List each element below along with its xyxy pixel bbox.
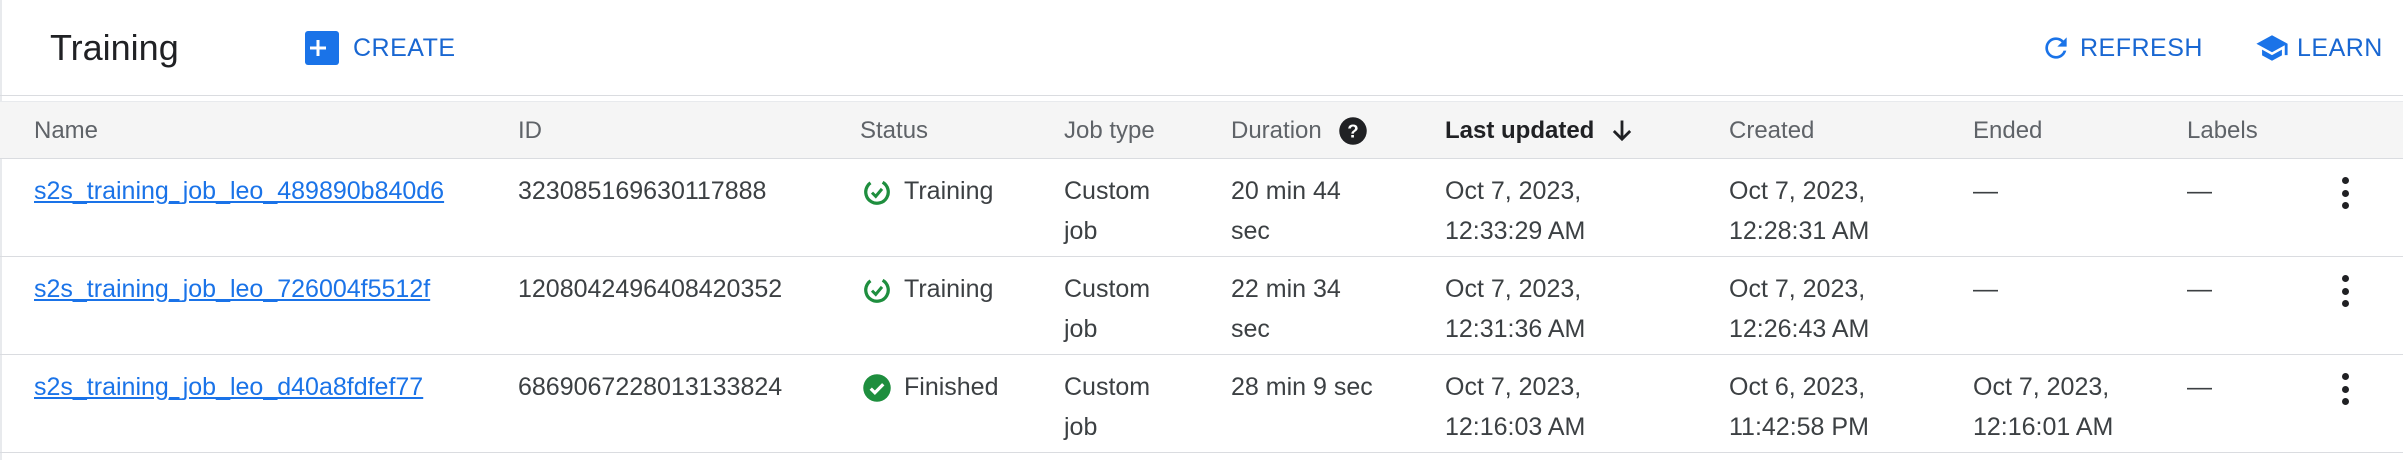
labels-cell: — [2187,177,2212,205]
more-vert-icon[interactable] [2330,369,2360,409]
job-name-link[interactable]: s2s_training_job_leo_726004f5512f [34,275,430,303]
duration-line: 22 min 34 [1231,275,1341,303]
id-cell: 323085169630117888 [518,177,767,205]
column-header-duration-label: Duration [1231,117,1322,144]
learn-button[interactable]: LEARN [2255,28,2383,68]
column-header-name[interactable]: Name [34,102,98,160]
last-updated-line: 12:33:29 AM [1445,217,1586,245]
duration-cell: 28 min 9 sec [1231,367,1373,407]
ended-cell: — [1973,171,1998,211]
table-header: Name ID Status Job type Duration ? Last … [0,101,2403,159]
column-header-last-updated[interactable]: Last updated [1445,102,1636,160]
created-cell: Oct 7, 2023, 12:28:31 AM [1729,171,1869,251]
ended-line: 12:16:01 AM [1973,413,2114,441]
job-type-cell: Custom job [1064,171,1150,251]
id-cell: 1208042496408420352 [518,275,783,303]
last-updated-line: 12:16:03 AM [1445,413,1586,441]
job-type-line: job [1064,217,1098,245]
training-progress-icon [864,179,890,205]
created-line: Oct 7, 2023, [1729,177,1866,205]
status-cell: Training [862,171,993,211]
school-icon [2256,35,2288,61]
duration-line: 28 min 9 sec [1231,373,1373,401]
created-line: Oct 6, 2023, [1729,373,1866,401]
created-line: 11:42:58 PM [1729,413,1869,441]
column-header-created[interactable]: Created [1729,102,1814,160]
job-type-cell: Custom job [1064,367,1150,447]
ended-line: Oct 7, 2023, [1973,373,2110,401]
refresh-label: REFRESH [2080,33,2203,62]
create-label: CREATE [353,33,456,62]
created-cell: Oct 7, 2023, 12:26:43 AM [1729,269,1869,349]
column-header-labels[interactable]: Labels [2187,102,2258,160]
last-updated-line: Oct 7, 2023, [1445,275,1582,303]
create-button[interactable]: CREATE [305,28,456,68]
job-type-line: Custom [1064,177,1151,205]
last-updated-line: Oct 7, 2023, [1445,373,1582,401]
duration-cell: 20 min 44 sec [1231,171,1341,251]
ended-cell: — [1973,269,1998,309]
job-name-link[interactable]: s2s_training_job_leo_489890b840d6 [34,177,444,205]
help-icon[interactable]: ? [1338,116,1368,146]
status-label: Training [904,275,994,303]
status-cell: Finished [862,367,999,407]
column-header-status[interactable]: Status [860,102,928,160]
labels-cell: — [2187,373,2212,401]
last-updated-line: 12:31:36 AM [1445,315,1586,343]
more-vert-icon[interactable] [2330,173,2360,213]
training-progress-icon [864,277,890,303]
column-header-job-type[interactable]: Job type [1064,102,1155,160]
page-title: Training [50,27,179,68]
add-icon [305,31,339,65]
job-type-line: job [1064,413,1098,441]
column-header-duration[interactable]: Duration ? [1231,102,1368,160]
status-label: Training [904,177,994,205]
ended-line: — [1973,177,1998,205]
id-cell: 6869067228013133824 [518,373,783,401]
table-row: s2s_training_job_leo_726004f5512f 120804… [0,257,2403,355]
column-header-id[interactable]: ID [518,102,542,160]
arrow-down-icon [1613,120,1632,142]
name-cell: s2s_training_job_leo_d40a8fdfef77 [34,367,423,407]
created-line: 12:26:43 AM [1729,315,1870,343]
status-cell: Training [862,269,993,309]
name-cell: s2s_training_job_leo_489890b840d6 [34,171,444,211]
duration-line: sec [1231,315,1270,343]
job-type-line: job [1064,315,1098,343]
last-updated-line: Oct 7, 2023, [1445,177,1582,205]
table-row: s2s_training_job_leo_d40a8fdfef77 686906… [0,355,2403,453]
status-label: Finished [904,373,999,401]
ended-cell: Oct 7, 2023, 12:16:01 AM [1973,367,2113,447]
more-vert-icon[interactable] [2330,271,2360,311]
job-type-line: Custom [1064,373,1151,401]
svg-text:?: ? [1347,120,1358,141]
learn-label: LEARN [2297,33,2383,62]
created-cell: Oct 6, 2023, 11:42:58 PM [1729,367,1869,447]
created-line: Oct 7, 2023, [1729,275,1866,303]
duration-cell: 22 min 34 sec [1231,269,1341,349]
column-header-last-updated-label: Last updated [1445,117,1595,144]
last-updated-cell: Oct 7, 2023, 12:31:36 AM [1445,269,1585,349]
last-updated-cell: Oct 7, 2023, 12:33:29 AM [1445,171,1585,251]
duration-line: 20 min 44 [1231,177,1341,205]
name-cell: s2s_training_job_leo_726004f5512f [34,269,430,309]
created-line: 12:28:31 AM [1729,217,1870,245]
labels-cell: — [2187,275,2212,303]
last-updated-cell: Oct 7, 2023, 12:16:03 AM [1445,367,1585,447]
column-header-ended[interactable]: Ended [1973,102,2042,160]
duration-line: sec [1231,217,1270,245]
job-name-link[interactable]: s2s_training_job_leo_d40a8fdfef77 [34,373,423,401]
refresh-icon [2045,37,2067,59]
job-type-cell: Custom job [1064,269,1150,349]
check-circle-icon [863,374,891,402]
ended-line: — [1973,275,1998,303]
refresh-button[interactable]: REFRESH [2040,28,2203,68]
job-type-line: Custom [1064,275,1151,303]
toolbar: Training CREATE REFRESH LEARN [0,0,2403,96]
table-row: s2s_training_job_leo_489890b840d6 323085… [0,159,2403,257]
